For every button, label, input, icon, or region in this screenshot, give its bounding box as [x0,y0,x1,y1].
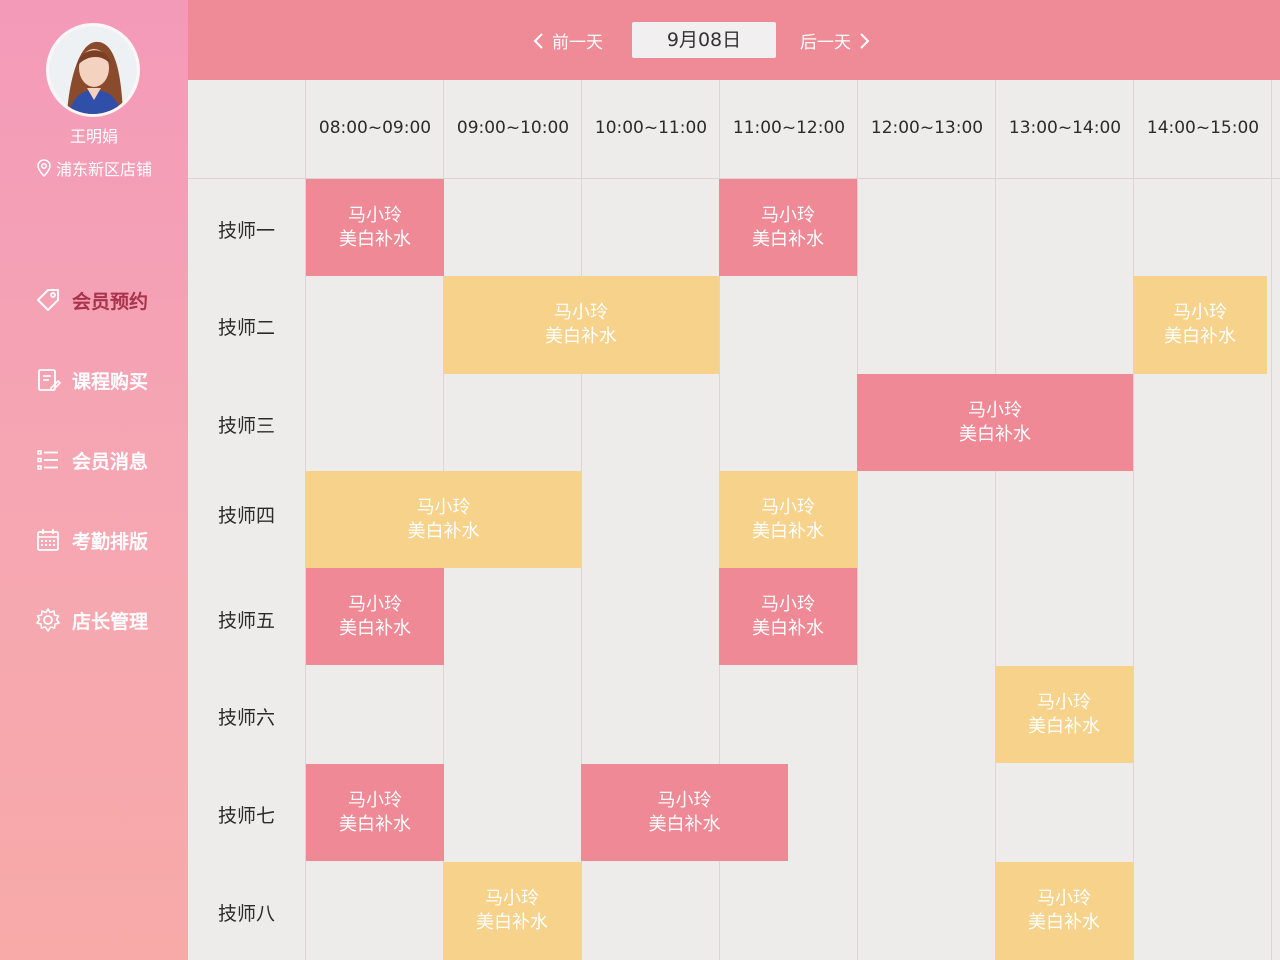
menu-item-attendance[interactable]: 考勤排版 [0,500,188,580]
time-slot-header: 12:00~13:00 [870,118,984,138]
technician-label: 技师七 [218,805,276,827]
booking-service: 美白补水 [407,520,480,542]
booking-block[interactable]: 马小玲 美白补水 [306,764,444,861]
booking-client-name: 马小玲 [1037,691,1091,713]
chevron-right-icon [860,32,870,49]
menu-item-label: 考勤排版 [72,530,149,553]
menu-item-member-messages[interactable]: 会员消息 [0,420,188,500]
technician-label: 技师四 [218,505,276,527]
edit-document-icon [34,366,62,394]
booking-client-name: 马小玲 [1173,302,1227,323]
menu-item-member-booking[interactable]: 会员预约 [0,260,188,340]
schedule-grid: 08:00~09:00 09:00~10:00 10:00~11:00 11:0… [188,80,1280,960]
current-date[interactable]: 9月08日 [632,22,776,58]
booking-block[interactable]: 马小玲 美白补水 [306,179,444,276]
grid-line [857,80,858,960]
booking-service: 美白补水 [752,520,824,542]
menu-item-manager[interactable]: 店长管理 [0,580,188,660]
location-pin-icon [37,159,51,177]
menu-item-course-purchase[interactable]: 课程购买 [0,340,188,420]
booking-client-name: 马小玲 [761,204,815,226]
calendar-icon [34,526,62,554]
menu-item-label: 会员预约 [72,290,149,313]
grid-line [995,80,996,960]
avatar[interactable] [49,26,137,114]
next-day-label: 后一天 [800,33,851,53]
technician-label: 技师六 [218,707,276,729]
booking-service: 美白补水 [339,228,411,250]
list-icon [34,446,62,474]
booking-block[interactable]: 马小玲 美白补水 [1133,276,1267,374]
booking-block[interactable]: 马小玲 美白补水 [443,276,719,374]
time-slot-header: 08:00~09:00 [318,118,432,138]
store-location: 浦东新区店铺 [0,156,188,180]
tag-icon [34,286,62,314]
booking-block[interactable]: 马小玲 美白补水 [995,862,1133,960]
grid-line [1133,80,1134,960]
booking-service: 美白补水 [476,912,548,933]
booking-block[interactable]: 马小玲 美白补水 [719,471,857,568]
gear-icon [34,606,62,634]
prev-day-label: 前一天 [552,33,603,53]
booking-client-name: 马小玲 [554,302,608,323]
chevron-left-icon [533,32,543,49]
technician-label: 技师二 [218,317,276,339]
booking-service: 美白补水 [752,617,824,639]
booking-client-name: 马小玲 [761,496,815,518]
time-slot-header: 11:00~12:00 [732,118,846,138]
booking-service: 美白补水 [339,617,411,639]
technician-label: 技师五 [218,610,276,632]
menu-item-label: 店长管理 [72,610,149,633]
booking-service: 美白补水 [648,813,721,835]
user-name: 王明娟 [69,127,118,146]
sidebar: 王明娟 浦东新区店铺 会员预约 课程购买 会员消息 考勤排版 店长管理 [0,0,188,960]
booking-client-name: 马小玲 [657,789,712,811]
booking-client-name: 马小玲 [348,593,402,615]
next-day-button[interactable]: 后一天 [800,28,871,53]
booking-service: 美白补水 [1028,715,1100,737]
grid-line [1271,80,1272,960]
booking-service: 美白补水 [1164,326,1236,347]
booking-block[interactable]: 马小玲 美白补水 [857,374,1133,471]
booking-service: 美白补水 [959,423,1031,445]
date-header: 前一天 9月08日 后一天 [188,0,1280,80]
technician-label: 技师一 [218,220,276,242]
sidebar-menu: 会员预约 课程购买 会员消息 考勤排版 店长管理 [0,260,188,660]
time-slot-header: 14:00~15:00 [1146,118,1260,138]
booking-service: 美白补水 [545,326,617,347]
menu-item-label: 会员消息 [72,450,149,473]
booking-block[interactable]: 马小玲 美白补水 [995,666,1133,763]
booking-block[interactable]: 马小玲 美白补水 [581,764,788,861]
booking-block[interactable]: 马小玲 美白补水 [306,568,444,665]
booking-client-name: 马小玲 [968,399,1022,421]
store-location-label: 浦东新区店铺 [55,160,152,179]
time-slot-header: 09:00~10:00 [456,118,570,138]
technician-label: 技师三 [218,415,276,437]
booking-block[interactable]: 马小玲 美白补水 [719,568,857,665]
user-portrait-icon [49,26,137,114]
booking-client-name: 马小玲 [1037,888,1091,909]
time-slot-header: 13:00~14:00 [1008,118,1122,138]
prev-day-button[interactable]: 前一天 [532,28,603,53]
booking-client-name: 马小玲 [416,496,471,518]
booking-service: 美白补水 [752,228,824,250]
booking-client-name: 马小玲 [761,593,815,615]
booking-client-name: 马小玲 [348,789,402,811]
technician-label: 技师八 [218,903,276,925]
menu-item-label: 课程购买 [72,370,149,393]
booking-block[interactable]: 马小玲 美白补水 [306,471,581,568]
booking-client-name: 马小玲 [348,204,402,226]
booking-service: 美白补水 [1028,912,1100,933]
booking-block[interactable]: 马小玲 美白补水 [719,179,857,276]
booking-client-name: 马小玲 [485,888,539,909]
booking-service: 美白补水 [339,813,411,835]
time-slot-header: 10:00~11:00 [594,118,708,138]
booking-block[interactable]: 马小玲 美白补水 [443,862,581,960]
